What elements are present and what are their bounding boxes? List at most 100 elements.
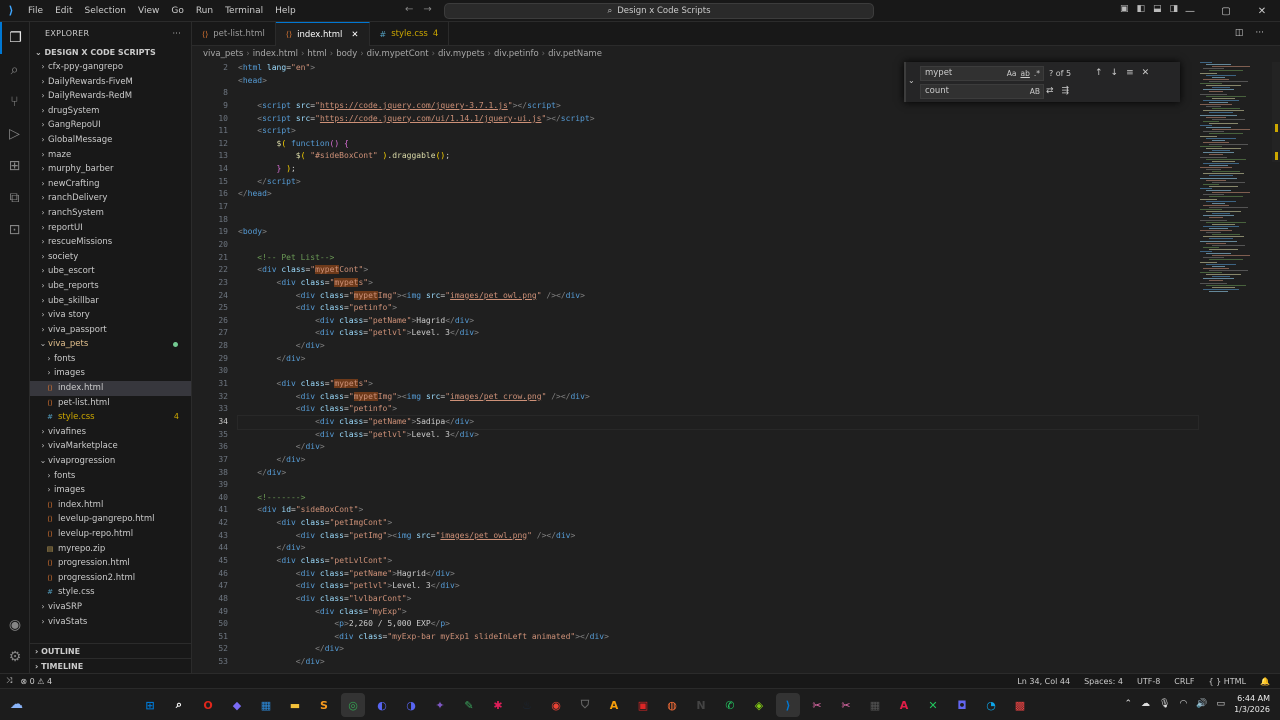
folder-item[interactable]: › vivaStats [30, 615, 191, 630]
replace-icon[interactable]: ⇄ [1046, 86, 1054, 96]
split-editor-icon[interactable]: ◫ [1235, 28, 1244, 38]
file-item[interactable]: # style.css 4 [30, 410, 191, 425]
editor-tab[interactable]: ⟨⟩ index.html ✕ [275, 22, 370, 46]
encoding[interactable]: UTF-8 [1137, 677, 1160, 686]
toggle-panel-icon[interactable]: ⬓ [1153, 4, 1162, 14]
notion-icon[interactable]: N [689, 693, 713, 717]
file-item[interactable]: ⟨⟩ levelup-gangrepo.html [30, 512, 191, 527]
app-red-icon[interactable]: ▣ [631, 693, 655, 717]
folder-item[interactable]: › vivafines [30, 425, 191, 440]
close-tab-icon[interactable]: ✕ [351, 30, 358, 40]
file-item[interactable]: ⟨⟩ progression.html [30, 556, 191, 571]
edge-icon[interactable]: ◔ [979, 693, 1003, 717]
close-window-button[interactable]: ✕ [1244, 6, 1280, 17]
folder-item[interactable]: › murphy_barber [30, 162, 191, 177]
cursor-position[interactable]: Ln 34, Col 44 [1017, 677, 1070, 686]
weather-widget-icon[interactable]: ☁ [10, 697, 23, 712]
folder-item[interactable]: › reportUI [30, 221, 191, 236]
more-actions-icon[interactable]: ··· [1255, 28, 1264, 38]
find-in-selection-icon[interactable]: ≡ [1126, 68, 1134, 78]
sublime-text-icon[interactable]: S [312, 693, 336, 717]
folder-item[interactable]: › GlobalMessage [30, 133, 191, 148]
problems-indicator[interactable]: ⊗ 0 ⚠ 4 [20, 677, 52, 686]
use-regex-icon[interactable]: .* [1034, 69, 1040, 78]
menu-item-selection[interactable]: Selection [79, 0, 132, 22]
breadcrumb-item[interactable]: viva_pets [203, 49, 243, 59]
match-whole-word-icon[interactable]: ab [1021, 69, 1030, 78]
folder-item[interactable]: › viva story [30, 308, 191, 323]
app-pink2-icon[interactable]: ✂ [834, 693, 858, 717]
workspace-root[interactable]: ⌄ DESIGN X CODE SCRIPTS [30, 46, 191, 60]
editor-tab[interactable]: ⟨⟩ pet-list.html [192, 22, 276, 46]
menu-item-run[interactable]: Run [190, 0, 219, 22]
app-green-icon[interactable]: ◈ [747, 693, 771, 717]
clock[interactable]: 6:44 AM 1/3/2026 [1234, 693, 1270, 715]
minimap[interactable] [1190, 62, 1270, 362]
file-item[interactable]: ⟨⟩ levelup-repo.html [30, 527, 191, 542]
volume-icon[interactable]: 🔊 [1196, 699, 1207, 709]
app-a2-icon[interactable]: A [892, 693, 916, 717]
menu-item-view[interactable]: View [132, 0, 165, 22]
menu-item-help[interactable]: Help [269, 0, 302, 22]
replace-input[interactable]: count AB [920, 83, 1044, 99]
onedrive-icon[interactable]: ☁ [1141, 699, 1150, 709]
folder-item[interactable]: › ranchDelivery [30, 191, 191, 206]
folder-item[interactable]: › drugSystem [30, 104, 191, 119]
show-hidden-icons-chevron-icon[interactable]: ⌃ [1124, 699, 1132, 709]
explorer-files-icon[interactable]: ❐ [0, 22, 29, 54]
editor-tab[interactable]: # style.css 4 [370, 22, 450, 46]
remote-explorer-icon[interactable]: ⧉ [0, 182, 29, 214]
breadcrumb-item[interactable]: div.mypets [438, 49, 485, 59]
folder-item[interactable]: › ube_reports [30, 279, 191, 294]
folder-item[interactable]: › fonts [30, 352, 191, 367]
preserve-case-icon[interactable]: AB [1030, 87, 1040, 96]
notes-icon[interactable]: ✎ [457, 693, 481, 717]
more-actions-icon[interactable]: ··· [172, 22, 181, 46]
file-item[interactable]: ⟨⟩ progression2.html [30, 571, 191, 586]
end-of-line[interactable]: CRLF [1174, 677, 1194, 686]
settings-gear-icon[interactable]: ⚙ [0, 641, 30, 673]
toggle-replace-chevron-icon[interactable]: ⌄ [908, 76, 915, 85]
folder-item[interactable]: › images [30, 483, 191, 498]
command-center[interactable]: ⌕ Design x Code Scripts [444, 3, 874, 19]
outline-section[interactable]: › OUTLINE [30, 643, 191, 658]
language-mode[interactable]: { } HTML [1209, 677, 1247, 686]
app-bag-icon[interactable]: ◘ [950, 693, 974, 717]
folder-item[interactable]: › cfx-ppy-gangrepo [30, 60, 191, 75]
vertical-scrollbar[interactable] [1272, 62, 1280, 673]
folder-item[interactable]: › images [30, 366, 191, 381]
file-explorer-icon[interactable]: ▬ [283, 693, 307, 717]
file-item[interactable]: ⟨⟩ index.html [30, 381, 191, 396]
vscode-taskbar-icon[interactable]: ⟩ [776, 693, 800, 717]
folder-item[interactable]: › ube_skillbar [30, 294, 191, 309]
find-input[interactable]: mypet Aa ab .* [920, 65, 1044, 81]
account-icon[interactable]: ◉ [0, 609, 30, 641]
app-pink-icon[interactable]: ✂ [805, 693, 829, 717]
breadcrumb-item[interactable]: div.mypetCont [367, 49, 429, 59]
indentation[interactable]: Spaces: 4 [1084, 677, 1123, 686]
minimize-button[interactable]: — [1172, 6, 1208, 17]
start-windows-icon[interactable]: ⊞ [138, 693, 162, 717]
breadcrumb-item[interactable]: index.html [253, 49, 298, 59]
folder-item[interactable]: › maze [30, 148, 191, 163]
folder-item[interactable]: ⌄ viva_pets [30, 337, 191, 352]
search-icon[interactable]: ⌕ [167, 693, 191, 717]
menu-item-file[interactable]: File [22, 0, 49, 22]
customize-layout-icon[interactable]: ▣ [1120, 4, 1129, 14]
code-area[interactable]: <html lang="en"> <head> <script src="htt… [237, 62, 1199, 669]
breadcrumb-item[interactable]: html [307, 49, 326, 59]
menu-item-terminal[interactable]: Terminal [219, 0, 269, 22]
calculator-icon[interactable]: ▦ [863, 693, 887, 717]
folder-item[interactable]: › newCrafting [30, 177, 191, 192]
timeline-section[interactable]: › TIMELINE [30, 658, 191, 673]
photos-icon[interactable]: ▦ [254, 693, 278, 717]
folder-item[interactable]: › rescueMissions [30, 235, 191, 250]
wifi-icon[interactable]: ◠ [1179, 699, 1187, 709]
slack-icon[interactable]: ✱ [486, 693, 510, 717]
notifications-bell-icon[interactable]: 🔔 [1260, 677, 1270, 686]
back-arrow-icon[interactable]: ← [405, 4, 413, 15]
previous-match-icon[interactable]: ↑ [1095, 68, 1103, 78]
file-item[interactable]: ⟨⟩ pet-list.html [30, 396, 191, 411]
app-grid-icon[interactable]: ▩ [1008, 693, 1032, 717]
file-item[interactable]: ⟨⟩ index.html [30, 498, 191, 513]
